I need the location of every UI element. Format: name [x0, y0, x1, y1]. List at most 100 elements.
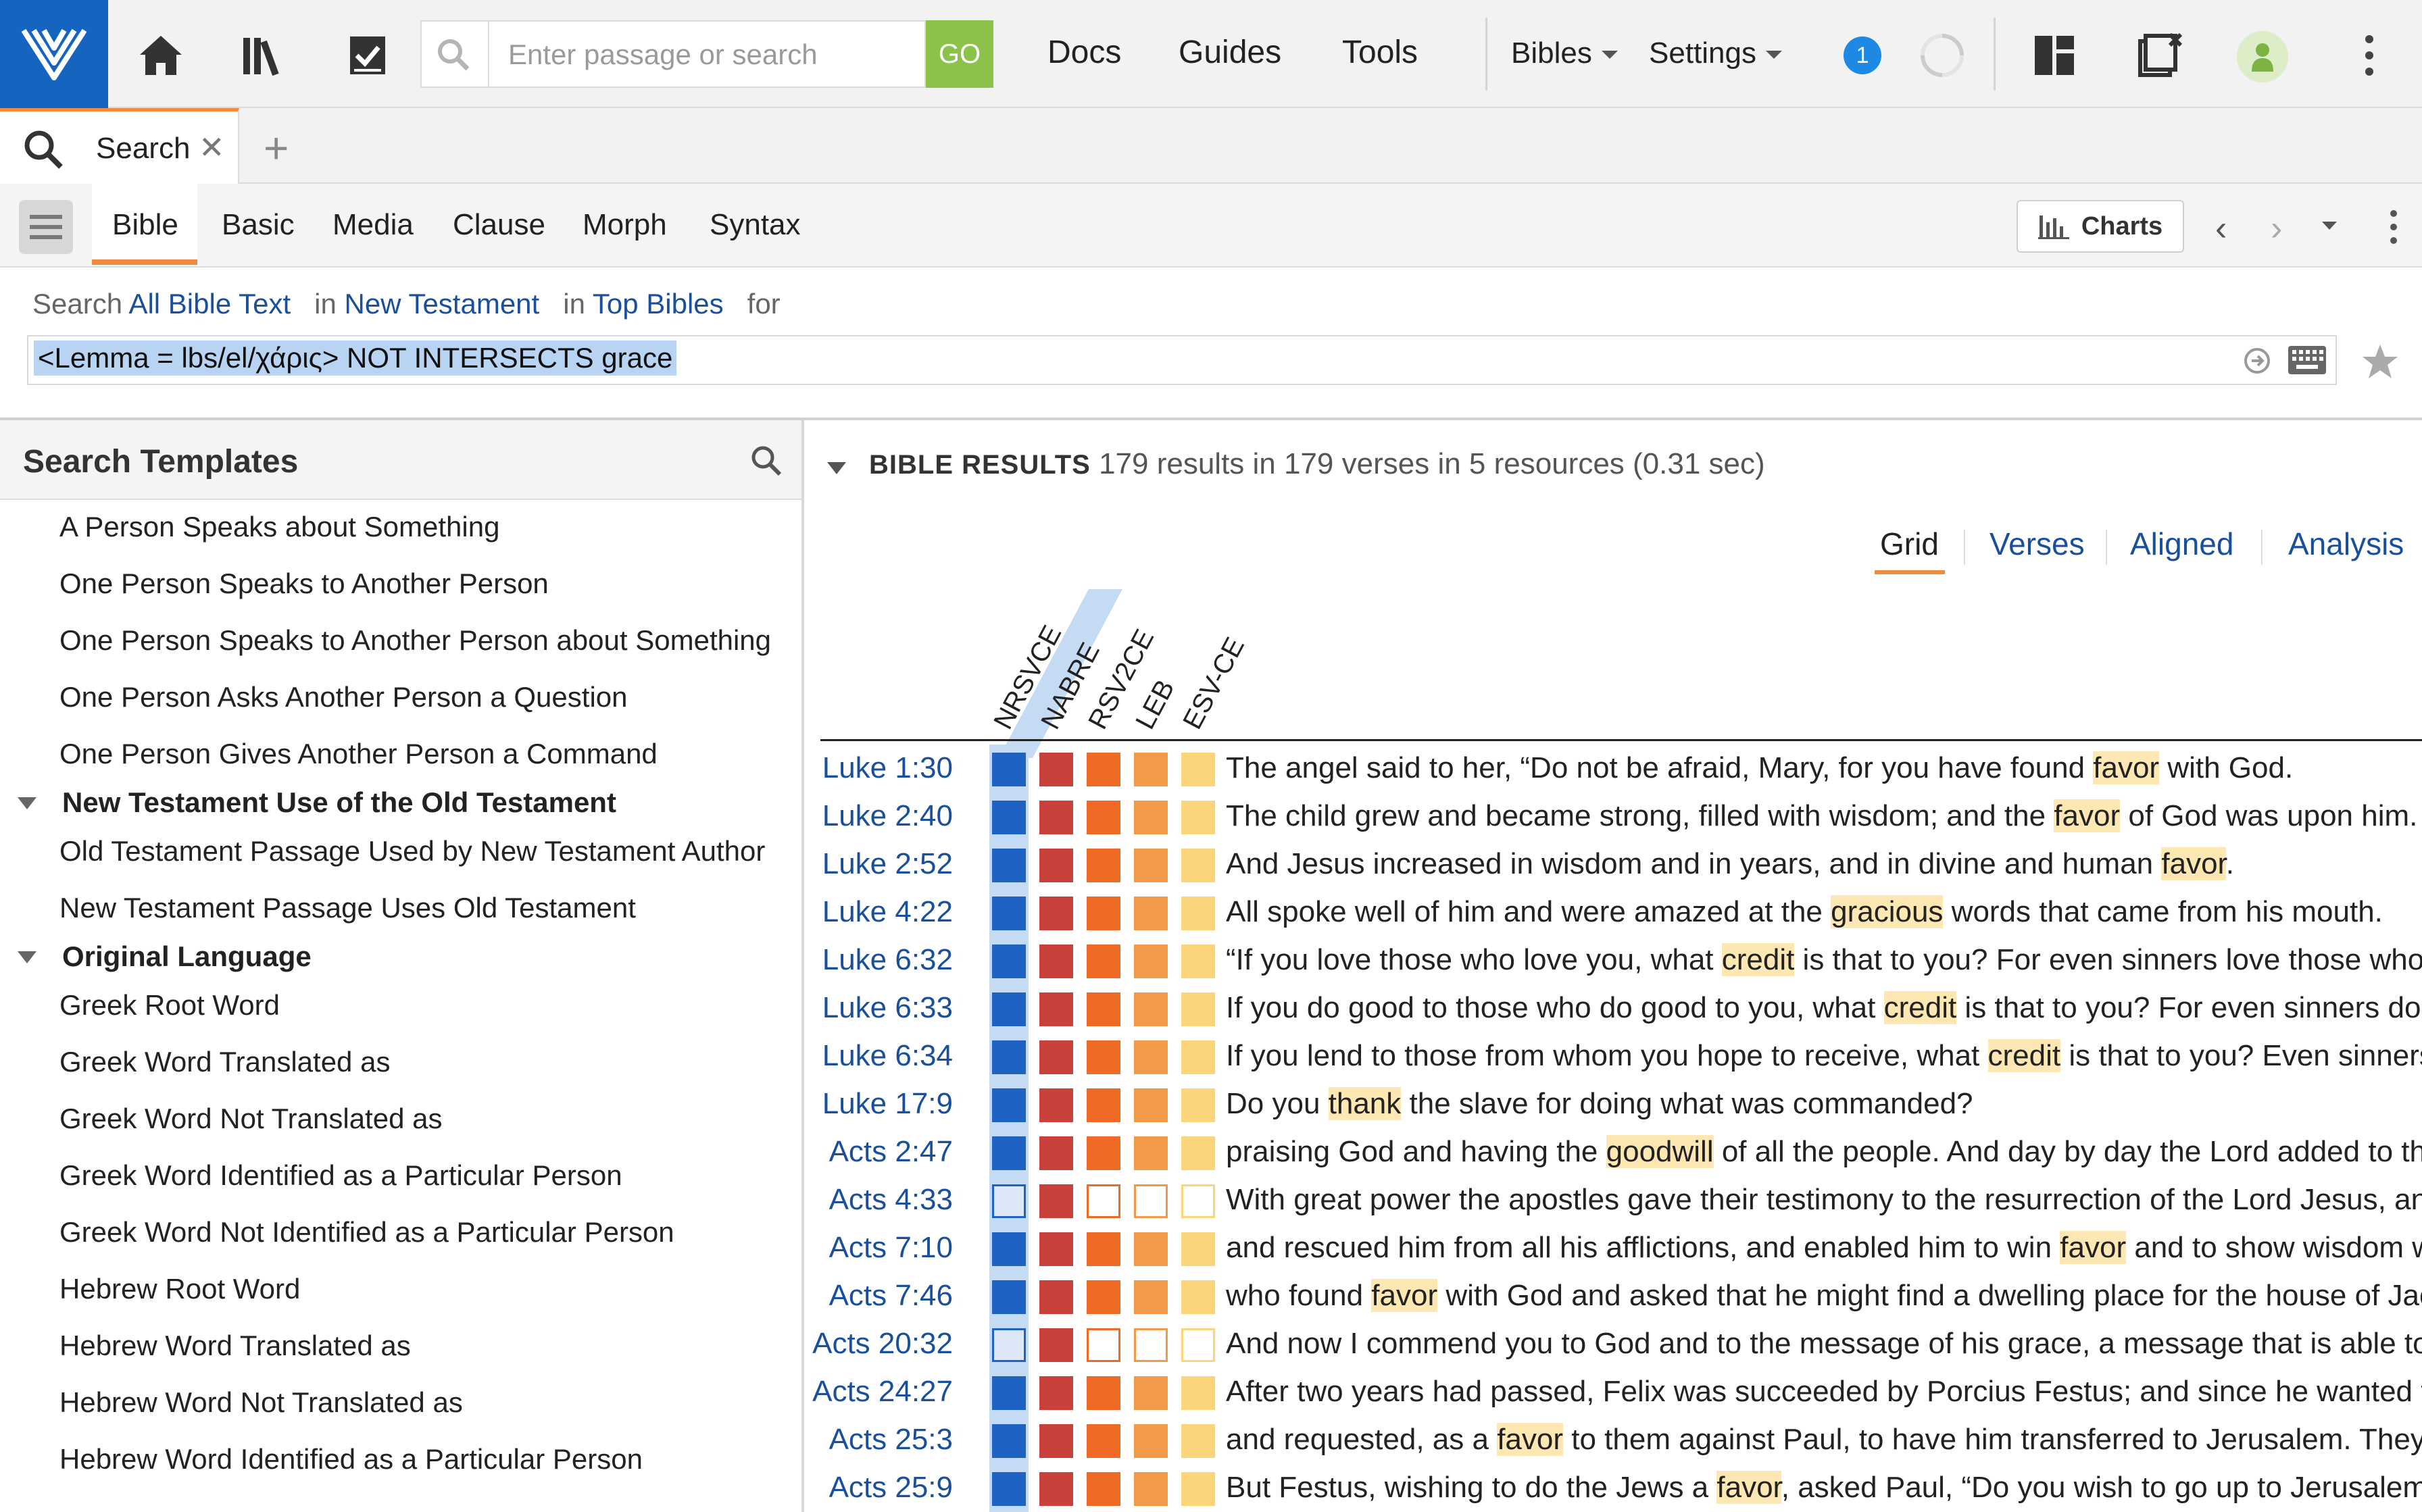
resource-hit-cell[interactable] — [1181, 1040, 1215, 1074]
resource-hit-cell[interactable] — [992, 1088, 1026, 1122]
layout-icon[interactable] — [2026, 27, 2083, 84]
verse-text[interactable]: All spoke well of him and were amazed at… — [1226, 895, 2383, 929]
table-row[interactable]: Luke 1:30 The angel said to her, “Do not … — [804, 745, 2422, 792]
resource-hit-cell[interactable] — [1039, 1328, 1073, 1362]
go-arrow-icon[interactable] — [2244, 347, 2271, 374]
resource-hit-cell[interactable] — [1039, 1424, 1073, 1458]
verse-reference-link[interactable]: Luke 6:33 — [822, 991, 953, 1025]
template-item[interactable]: Greek Root Word — [59, 989, 280, 1022]
table-row[interactable]: Luke 17:9 Do you thank the slave for doin… — [804, 1080, 2422, 1128]
template-item[interactable]: Hebrew Word Identified as a Particular P… — [59, 1443, 643, 1476]
verse-text[interactable]: But Festus, wishing to do the Jews a fav… — [1226, 1471, 2422, 1505]
collection-link[interactable]: Top Bibles — [593, 288, 724, 320]
resource-hit-cell[interactable] — [992, 897, 1026, 930]
verse-text[interactable]: and rescued him from all his afflictions… — [1226, 1231, 2422, 1265]
resource-hit-cell[interactable] — [1087, 1088, 1120, 1122]
verse-text[interactable]: praising God and having the goodwill of … — [1226, 1135, 2422, 1169]
verse-reference-link[interactable]: Luke 6:32 — [822, 943, 953, 977]
resource-hit-cell[interactable] — [1134, 753, 1168, 786]
resource-hit-cell[interactable] — [1181, 1472, 1215, 1506]
verse-reference-link[interactable]: Acts 2:47 — [829, 1135, 953, 1169]
verse-reference-link[interactable]: Acts 25:9 — [829, 1471, 953, 1505]
sync-icon[interactable] — [1914, 27, 1971, 84]
resource-hit-cell[interactable] — [1039, 801, 1073, 834]
resource-hit-cell[interactable] — [1087, 1040, 1120, 1074]
close-panels-icon[interactable] — [2131, 27, 2188, 84]
template-item[interactable]: Old Testament Passage Used by New Testam… — [59, 835, 765, 867]
search-icon[interactable] — [750, 445, 783, 477]
guides-link[interactable]: Guides — [1179, 34, 1281, 71]
resource-hit-cell[interactable] — [1087, 849, 1120, 882]
resource-hit-cell[interactable] — [1087, 992, 1120, 1026]
table-row[interactable]: Luke 6:32 “If you love those who love you… — [804, 936, 2422, 984]
resource-hit-cell[interactable] — [1181, 753, 1215, 786]
verse-reference-link[interactable]: Acts 25:3 — [829, 1423, 953, 1457]
resource-hit-cell[interactable] — [1134, 944, 1168, 978]
resource-hit-cell[interactable] — [1087, 1280, 1120, 1314]
resource-hit-cell[interactable] — [992, 1040, 1026, 1074]
view-tab-aligned[interactable]: Aligned — [2130, 526, 2233, 562]
resource-hit-cell[interactable] — [1039, 753, 1073, 786]
tab-basic[interactable]: Basic — [222, 208, 295, 242]
verse-reference-link[interactable]: Acts 7:10 — [829, 1231, 953, 1265]
resource-hit-cell[interactable] — [1039, 1232, 1073, 1266]
resource-hit-cell[interactable] — [992, 1232, 1026, 1266]
verse-text[interactable]: The child grew and became strong, filled… — [1226, 799, 2417, 833]
template-group-nt-use-ot[interactable]: New Testament Use of the Old Testament — [62, 786, 616, 819]
verse-reference-link[interactable]: Acts 4:33 — [829, 1183, 953, 1217]
resource-hit-cell[interactable] — [1134, 1088, 1168, 1122]
tab-clause[interactable]: Clause — [453, 208, 545, 242]
resource-hit-cell[interactable] — [1039, 1136, 1073, 1170]
resource-hit-cell[interactable] — [1087, 1184, 1120, 1218]
verse-reference-link[interactable]: Luke 4:22 — [822, 895, 953, 929]
resource-hit-cell[interactable] — [1134, 849, 1168, 882]
resource-hit-cell[interactable] — [1181, 1136, 1215, 1170]
resource-hit-cell[interactable] — [1181, 849, 1215, 882]
resource-hit-cell[interactable] — [1039, 1184, 1073, 1218]
table-row[interactable]: Luke 4:22 All spoke well of him and were … — [804, 888, 2422, 936]
verse-text[interactable]: If you do good to those who do good to y… — [1226, 991, 2422, 1025]
table-row[interactable]: Acts 25:9 But Festus, wishing to do the J… — [804, 1464, 2422, 1512]
template-item[interactable]: Greek Word Translated as — [59, 1046, 390, 1078]
back-arrow-icon[interactable]: ‹ — [2215, 208, 2227, 249]
home-icon[interactable] — [132, 27, 189, 84]
resource-hit-cell[interactable] — [1039, 1088, 1073, 1122]
table-row[interactable]: Acts 2:47 praising God and having the goo… — [804, 1128, 2422, 1176]
verse-reference-link[interactable]: Acts 20:32 — [812, 1327, 953, 1361]
settings-menu[interactable]: Settings — [1649, 36, 1782, 70]
resource-hit-cell[interactable] — [1039, 1472, 1073, 1506]
table-row[interactable]: Acts 7:46 who found favor with God and as… — [804, 1272, 2422, 1320]
passage-search-input[interactable] — [507, 32, 915, 77]
resource-hit-cell[interactable] — [1087, 944, 1120, 978]
resource-hit-cell[interactable] — [1134, 1184, 1168, 1218]
verse-text[interactable]: With great power the apostles gave their… — [1226, 1183, 2422, 1217]
notification-badge[interactable]: 1 — [1844, 36, 1881, 74]
template-item[interactable]: One Person Asks Another Person a Questio… — [59, 681, 628, 713]
panel-more-icon[interactable] — [2365, 199, 2422, 255]
collapse-triangle-icon[interactable] — [18, 797, 36, 809]
scope-text-link[interactable]: All Bible Text — [128, 288, 291, 320]
resource-hit-cell[interactable] — [1039, 1040, 1073, 1074]
resource-hit-cell[interactable] — [1134, 897, 1168, 930]
verse-reference-link[interactable]: Acts 7:46 — [829, 1279, 953, 1313]
resource-hit-cell[interactable] — [1039, 849, 1073, 882]
resource-hit-cell[interactable] — [1087, 801, 1120, 834]
verse-reference-link[interactable]: Luke 2:40 — [822, 799, 953, 833]
view-tab-analysis[interactable]: Analysis — [2288, 526, 2404, 562]
table-row[interactable]: Luke 6:34 If you lend to those from whom … — [804, 1032, 2422, 1080]
close-icon[interactable]: ✕ — [199, 129, 225, 166]
query-text[interactable]: <Lemma = lbs/el/χάρις> NOT INTERSECTS gr… — [34, 341, 677, 376]
verse-text[interactable]: who found favor with God and asked that … — [1226, 1279, 2422, 1313]
bibles-menu[interactable]: Bibles — [1511, 36, 1618, 70]
resource-hit-cell[interactable] — [992, 1136, 1026, 1170]
verse-text[interactable]: The angel said to her, “Do not be afraid… — [1226, 751, 2293, 785]
query-input[interactable]: <Lemma = lbs/el/χάρις> NOT INTERSECTS gr… — [27, 335, 2337, 385]
verse-text[interactable]: If you lend to those from whom you hope … — [1226, 1039, 2422, 1073]
resource-hit-cell[interactable] — [992, 1184, 1026, 1218]
view-tab-verses[interactable]: Verses — [1990, 526, 2085, 562]
resource-hit-cell[interactable] — [992, 1328, 1026, 1362]
resource-hit-cell[interactable] — [1087, 1424, 1120, 1458]
verse-reference-link[interactable]: Luke 6:34 — [822, 1039, 953, 1073]
resource-hit-cell[interactable] — [1134, 1232, 1168, 1266]
resource-hit-cell[interactable] — [992, 944, 1026, 978]
